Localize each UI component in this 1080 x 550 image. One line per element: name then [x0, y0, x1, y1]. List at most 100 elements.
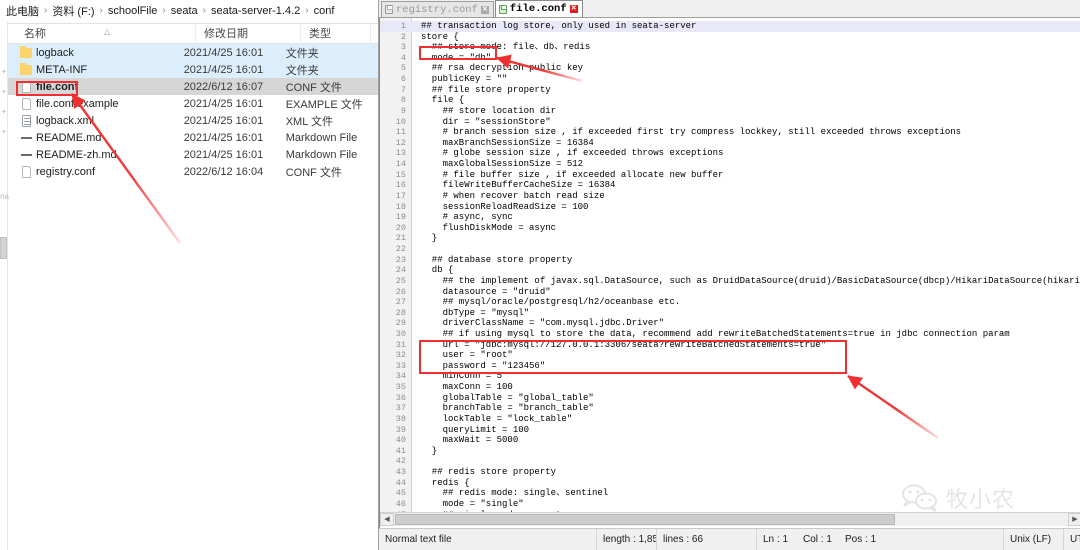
explorer-edge-tab[interactable] [0, 237, 7, 259]
code-line[interactable]: 18 sessionReloadReadSize = 100 [380, 202, 1080, 213]
code-text: maxGlobalSessionSize = 512 [421, 159, 584, 170]
line-number: 41 [395, 445, 406, 456]
editor-pane[interactable]: 1 ## transaction log store, only used in … [379, 18, 1080, 528]
db-credentials-box [419, 340, 847, 374]
file-row[interactable]: logback 2021/4/25 16:01 文件夹 [8, 44, 378, 61]
editor-tab-label: file.conf [509, 3, 567, 15]
file-modified-date: 2021/4/25 16:01 [183, 46, 264, 59]
code-line[interactable]: 36 globalTable = "global_table" [380, 393, 1080, 404]
code-line[interactable]: 15 # file buffer size , if exceeded allo… [380, 170, 1080, 181]
scroll-right-icon[interactable]: ▶ [1068, 513, 1080, 526]
code-line[interactable]: 20 flushDiskMode = async [380, 223, 1080, 234]
code-line[interactable]: 29 driverClassName = "com.mysql.jdbc.Dri… [380, 318, 1080, 329]
code-line[interactable]: 11 # branch session size , if exceeded f… [380, 127, 1080, 138]
code-line[interactable]: 43 ## redis store property [380, 467, 1080, 478]
line-number: 17 [395, 190, 406, 201]
code-text: db { [421, 265, 454, 276]
code-text: publicKey = "" [421, 74, 508, 85]
line-number: 15 [395, 169, 406, 180]
code-line[interactable]: 21 } [380, 233, 1080, 244]
code-line[interactable]: 9 ## store location dir [380, 106, 1080, 117]
code-line[interactable]: 26 datasource = "druid" [380, 287, 1080, 298]
file-row[interactable]: logback.xml 2021/4/25 16:01 XML 文件 [8, 112, 378, 129]
code-line[interactable]: 42 [380, 456, 1080, 467]
line-number: 23 [395, 254, 406, 265]
column-header-type[interactable]: 类型 [301, 24, 371, 44]
code-line[interactable]: 25 ## the implement of javax.sql.DataSou… [380, 276, 1080, 287]
column-header-size[interactable]: 大 [371, 24, 378, 44]
code-line[interactable]: 2 store { [380, 32, 1080, 43]
code-line[interactable]: 5 ## rsa decryption public key [380, 63, 1080, 74]
file-type: CONF 文件 [285, 166, 342, 179]
markdown-icon [16, 135, 36, 141]
code-line[interactable]: 12 maxBranchSessionSize = 16384 [380, 138, 1080, 149]
horizontal-scrollbar-thumb[interactable] [395, 514, 895, 525]
file-type: 文件夹 [285, 47, 319, 60]
code-line[interactable]: 27 ## mysql/oracle/postgresql/h2/oceanba… [380, 297, 1080, 308]
code-line[interactable]: 30 ## if using mysql to store the data, … [380, 329, 1080, 340]
code-line[interactable]: 10 dir = "sessionStore" [380, 117, 1080, 128]
status-lines: lines : 66 [657, 529, 757, 550]
breadcrumb-item-2[interactable]: schoolFile [108, 5, 158, 17]
file-row[interactable]: README.md 2021/4/25 16:01 Markdown File [8, 129, 378, 146]
breadcrumb-item-0[interactable]: 此电脑 [6, 3, 39, 19]
file-modified-date: 2021/4/25 16:01 [183, 114, 264, 127]
line-number: 12 [395, 137, 406, 148]
line-number: 29 [395, 318, 406, 329]
file-row[interactable]: META-INF 2021/4/25 16:01 文件夹 [8, 61, 378, 78]
breadcrumb-item-5[interactable]: conf [314, 5, 335, 17]
code-line[interactable]: 35 maxConn = 100 [380, 382, 1080, 393]
code-line[interactable]: 24 db { [380, 265, 1080, 276]
code-text: flushDiskMode = async [421, 222, 557, 233]
code-text: branchTable = "branch_table" [421, 403, 594, 414]
code-text: redis { [421, 477, 470, 488]
line-number: 2 [400, 31, 406, 42]
code-line[interactable]: 8 file { [380, 95, 1080, 106]
code-area[interactable]: 1 ## transaction log store, only used in … [380, 18, 1080, 520]
breadcrumb[interactable]: 此电脑 › 资料 (F:) › schoolFile › seata › seata-serve… [0, 0, 378, 22]
folder-icon [16, 45, 36, 58]
code-line[interactable]: 40 maxWait = 5000 [380, 435, 1080, 446]
file-type: 文件夹 [285, 64, 319, 77]
file-row[interactable]: README-zh.md 2021/4/25 16:01 Markdown File [8, 146, 378, 163]
code-line[interactable]: 13 # globe session size , if exceeded th… [380, 148, 1080, 159]
editor-tab-file-conf[interactable]: file.conf ✕ [494, 0, 583, 17]
editor-tab-registry-conf[interactable]: registry.conf ✕ [381, 1, 494, 17]
status-encoding: UTF-8 [1064, 529, 1080, 550]
line-number: 43 [395, 467, 406, 478]
code-line[interactable]: 16 fileWriteBufferCacheSize = 16384 [380, 180, 1080, 191]
code-text: # when recover batch read size [421, 190, 605, 201]
code-line[interactable]: 39 queryLimit = 100 [380, 425, 1080, 436]
document-icon [16, 97, 36, 110]
file-name: registry.conf [36, 165, 96, 178]
line-number: 30 [395, 328, 406, 339]
breadcrumb-item-1[interactable]: 资料 (F:) [52, 3, 94, 19]
line-number: 8 [400, 95, 406, 106]
code-line[interactable]: 41 } [380, 446, 1080, 457]
horizontal-scrollbar[interactable]: ◀ ▶ [380, 512, 1080, 526]
line-number: 22 [395, 244, 406, 255]
scroll-left-icon[interactable]: ◀ [380, 513, 394, 526]
code-line[interactable]: 19 # async, sync [380, 212, 1080, 223]
line-number: 37 [395, 403, 406, 414]
code-line[interactable]: 28 dbType = "mysql" [380, 308, 1080, 319]
file-modified-date: 2021/4/25 16:01 [183, 97, 264, 110]
code-line[interactable]: 14 maxGlobalSessionSize = 512 [380, 159, 1080, 170]
code-line[interactable]: 1 ## transaction log store, only used in … [380, 21, 1080, 32]
code-line[interactable]: 6 publicKey = "" [380, 74, 1080, 85]
file-row[interactable]: registry.conf 2022/6/12 16:04 CONF 文件 [8, 163, 378, 180]
file-row[interactable]: file.conf.example 2021/4/25 16:01 EXAMPLE … [8, 95, 378, 112]
code-line[interactable]: 37 branchTable = "branch_table" [380, 403, 1080, 414]
breadcrumb-item-4[interactable]: seata-server-1.4.2 [211, 5, 300, 17]
close-icon[interactable]: ✕ [480, 5, 489, 14]
code-line[interactable]: 38 lockTable = "lock_table" [380, 414, 1080, 425]
column-header-date[interactable]: 修改日期 [196, 24, 301, 44]
breadcrumb-item-3[interactable]: seata [171, 5, 198, 17]
code-line[interactable]: 17 # when recover batch read size [380, 191, 1080, 202]
code-line[interactable]: 22 [380, 244, 1080, 255]
code-line[interactable]: 7 ## file store property [380, 85, 1080, 96]
code-line[interactable]: 23 ## database store property [380, 255, 1080, 266]
save-state-icon [498, 4, 507, 14]
breadcrumb-separator: › [99, 5, 103, 16]
close-icon[interactable]: ✕ [569, 5, 578, 13]
